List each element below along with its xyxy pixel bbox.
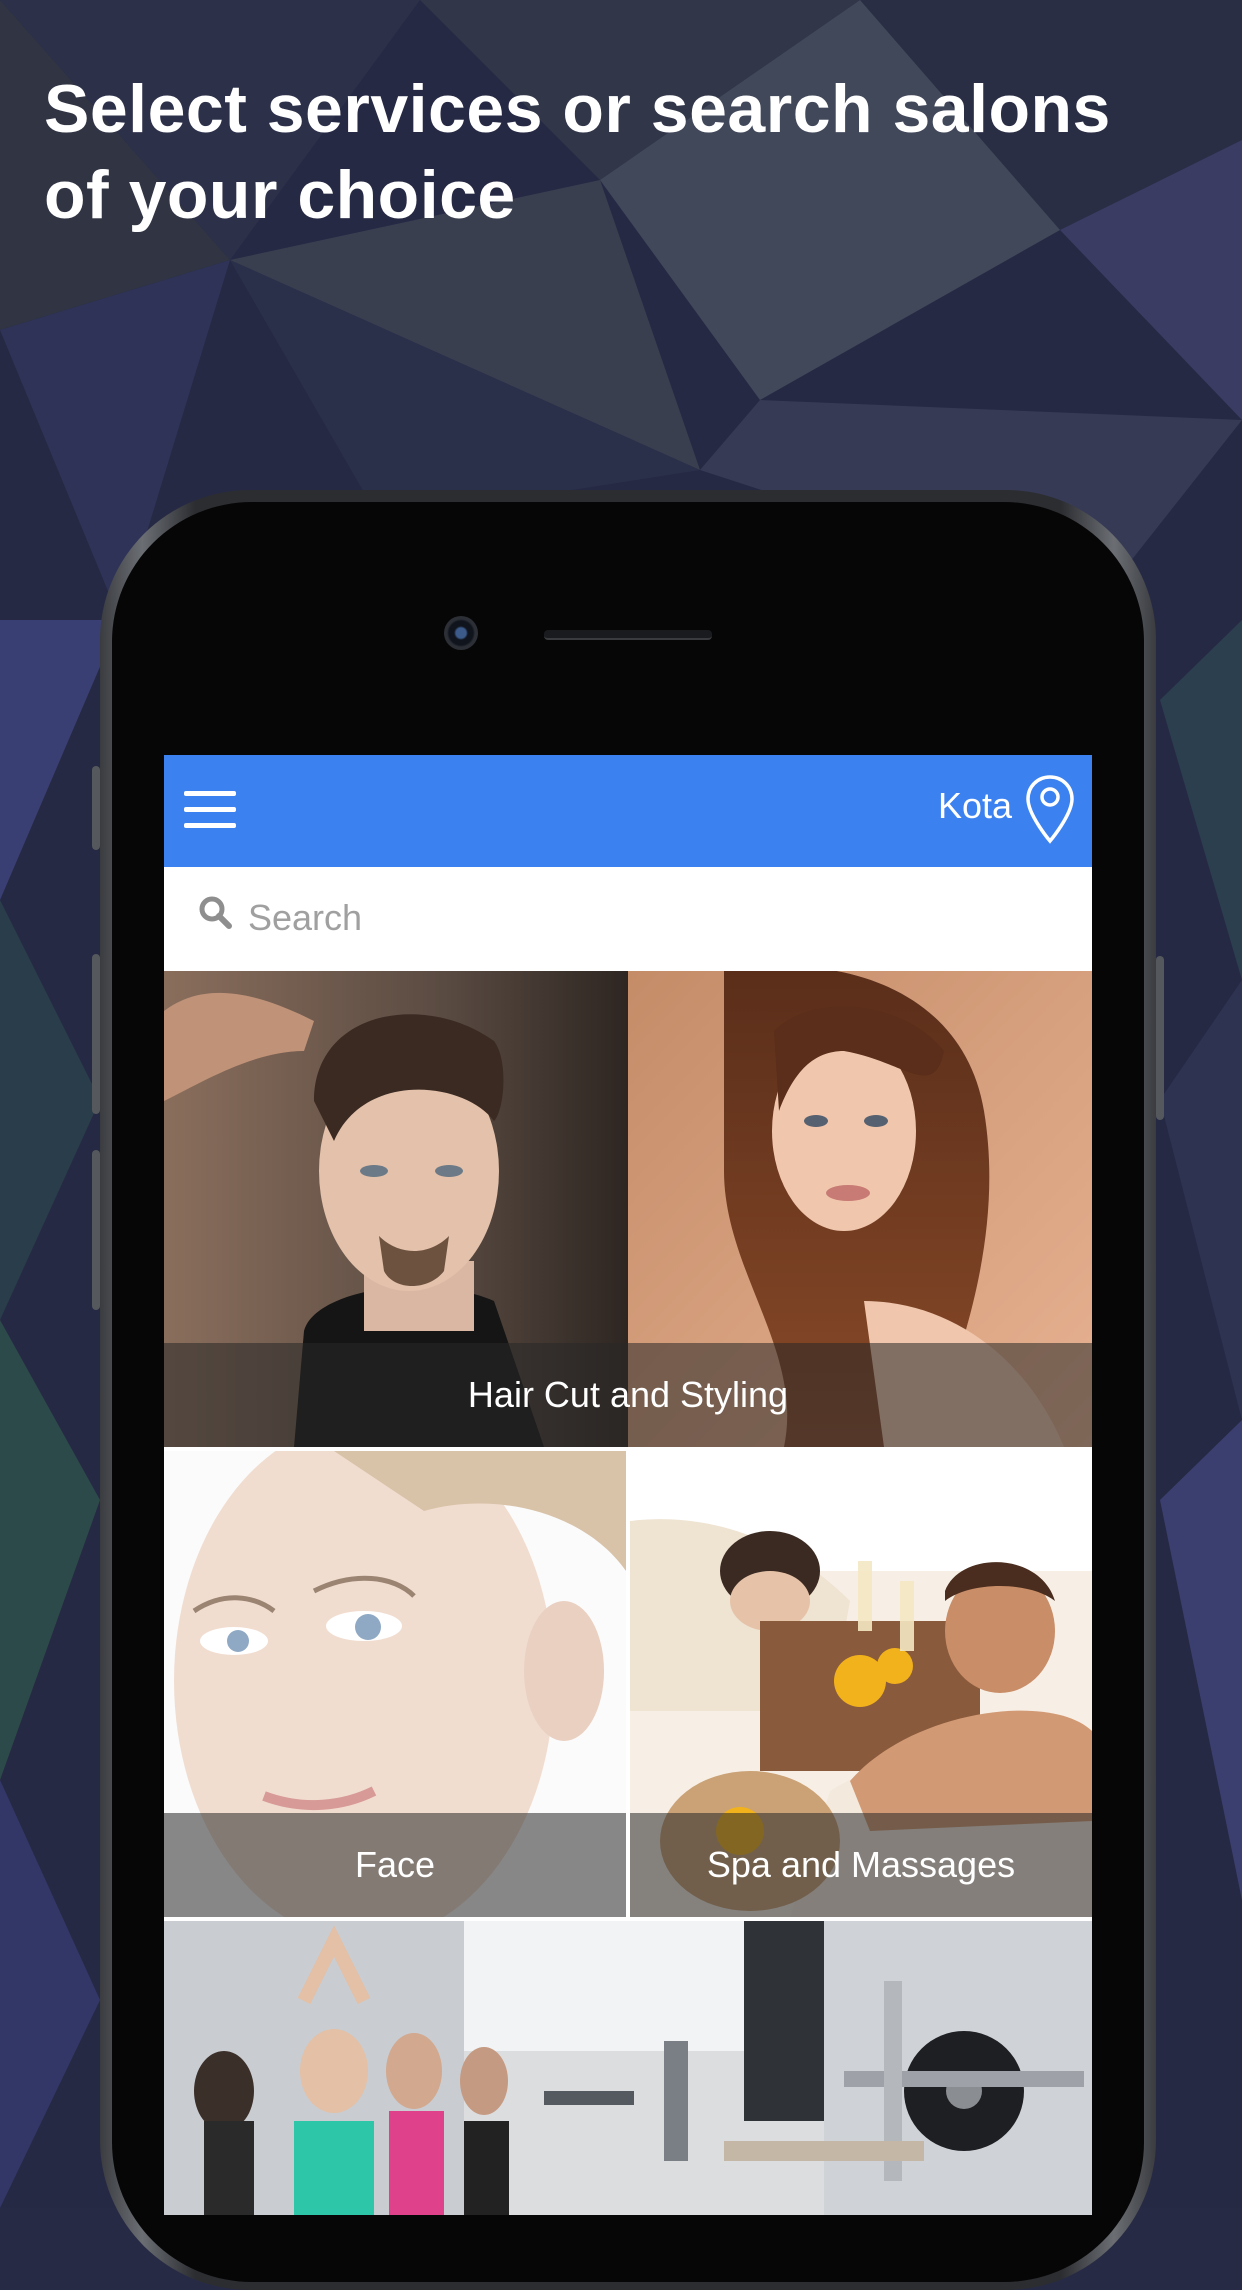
category-label: Spa and Massages	[630, 1813, 1092, 1917]
city-name[interactable]: Kota	[938, 781, 1012, 831]
phone-power-button	[1156, 956, 1164, 1120]
phone-volume-up-button	[92, 954, 100, 1114]
category-tile-fitness[interactable]	[164, 1921, 1092, 2215]
earpiece-speaker	[544, 630, 712, 640]
hamburger-menu-icon[interactable]	[184, 787, 240, 835]
app-bar: Kota	[164, 755, 1092, 867]
app-screen: Kota Search Hair Cut and Styling Face Sp…	[164, 755, 1092, 2215]
category-label: Face	[164, 1813, 626, 1917]
location-pin-icon[interactable]	[1024, 773, 1076, 847]
category-label: Hair Cut and Styling	[164, 1343, 1092, 1447]
search-input[interactable]	[246, 889, 1050, 947]
fitness-gym-photo	[164, 1921, 1092, 2215]
category-tile-face[interactable]: Face	[164, 1451, 626, 1917]
search-icon	[199, 896, 232, 929]
phone-volume-down-button	[92, 1150, 100, 1310]
search-bar	[164, 867, 1092, 972]
category-tile-hair[interactable]: Hair Cut and Styling	[164, 971, 1092, 1447]
category-tile-spa[interactable]: Spa and Massages	[630, 1451, 1092, 1917]
front-camera	[444, 616, 478, 650]
headline: Select services or search salons of your…	[44, 71, 1111, 233]
phone-mute-switch	[92, 766, 100, 850]
